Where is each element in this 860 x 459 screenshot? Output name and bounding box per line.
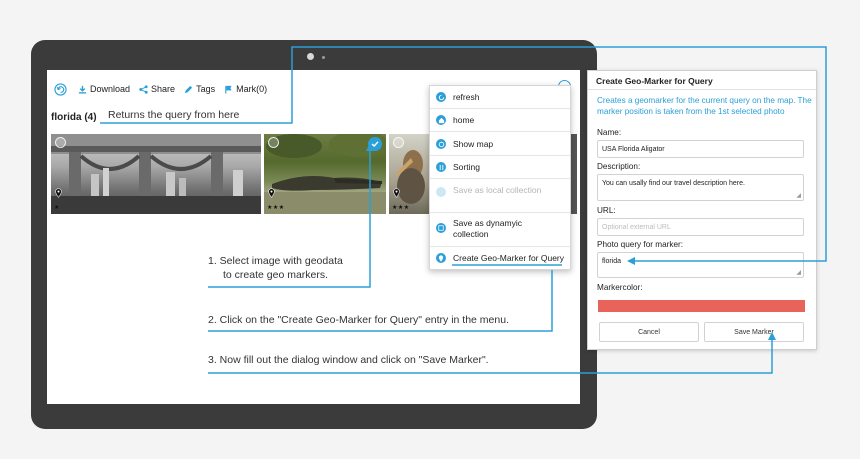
- select-toggle[interactable]: [55, 137, 66, 148]
- menu-item-save-local: Save as local collection: [430, 185, 570, 197]
- geo-pin-icon: [55, 185, 62, 203]
- annotation-step3: 3. Now fill out the dialog window and cl…: [208, 354, 489, 366]
- menu-item-show-map[interactable]: Show map: [430, 139, 570, 149]
- menu-item-sorting[interactable]: Sorting: [430, 162, 570, 172]
- dialog-divider: [588, 89, 816, 90]
- bridge-photo: [51, 134, 261, 214]
- tags-button[interactable]: Tags: [184, 84, 215, 94]
- dialog-title: Create Geo-Marker for Query: [596, 76, 713, 86]
- context-menu: refresh home Show map Sorting Save as lo…: [429, 85, 571, 270]
- name-label: Name:: [597, 128, 622, 137]
- back-icon: [54, 82, 67, 96]
- query-title[interactable]: florida (4): [51, 112, 97, 123]
- annotation-step1-line2: to create geo markers.: [223, 269, 329, 281]
- menu-item-label: Save as local collection: [453, 185, 542, 195]
- select-toggle[interactable]: [393, 137, 404, 148]
- select-toggle[interactable]: [268, 137, 279, 148]
- geo-pin-icon: [268, 185, 275, 203]
- url-field[interactable]: Optional external URL: [597, 218, 804, 236]
- download-icon: [78, 85, 87, 94]
- geo-marker-dialog: Create Geo-Marker for Query Creates a ge…: [587, 70, 817, 350]
- menu-divider: [430, 212, 570, 213]
- geo-pin-icon: [393, 185, 400, 203]
- menu-divider: [430, 178, 570, 179]
- dialog-description: Creates a geomarker for the current quer…: [597, 96, 812, 116]
- menu-item-label: Create Geo-Marker for Query: [453, 253, 565, 263]
- share-button[interactable]: Share: [139, 84, 175, 94]
- color-label: Markercolor:: [597, 283, 643, 292]
- map-icon: [436, 139, 446, 149]
- mark-label: Mark(0): [236, 84, 268, 94]
- description-field[interactable]: You can usally find our travel descripti…: [597, 174, 804, 201]
- rating-stars: ★★★: [392, 205, 410, 211]
- photo-thumbnail-alligator[interactable]: ★★★: [264, 134, 386, 214]
- save-marker-button[interactable]: Save Marker: [704, 322, 804, 342]
- annotation-returns-query: Returns the query from here: [108, 109, 240, 121]
- share-icon: [139, 84, 148, 94]
- rating-stars: ★★★: [267, 205, 285, 211]
- name-field[interactable]: USA Florida Aligator: [597, 140, 804, 158]
- tags-label: Tags: [196, 84, 216, 94]
- download-label: Download: [90, 84, 131, 94]
- menu-item-home[interactable]: home: [430, 115, 570, 125]
- pencil-icon: [184, 85, 193, 93]
- menu-item-label: Save as dynamyic collection: [453, 218, 522, 239]
- sorting-icon: [436, 162, 446, 172]
- photo-thumbnail-bridge[interactable]: ★: [51, 134, 261, 214]
- share-label: Share: [151, 84, 176, 94]
- menu-item-label: home: [453, 115, 475, 125]
- back-button[interactable]: [54, 82, 70, 96]
- resize-handle-icon[interactable]: ◢: [796, 269, 801, 276]
- menu-item-create-geo-marker[interactable]: Create Geo-Marker for Query: [430, 253, 570, 263]
- sensor-dot: [322, 56, 325, 59]
- menu-item-label: Sorting: [453, 162, 480, 172]
- camera-icon: [307, 53, 314, 60]
- tutorial-stage: Download Share Tags Mark(0) florida (4): [0, 0, 860, 459]
- download-button[interactable]: Download: [78, 84, 130, 94]
- description-label: Description:: [597, 162, 641, 171]
- menu-divider: [430, 246, 570, 247]
- photo-thumbnail-pelican[interactable]: ★★★: [389, 134, 429, 214]
- selected-check-icon[interactable]: [368, 137, 382, 151]
- cancel-button[interactable]: Cancel: [599, 322, 699, 342]
- annotation-step1-line1: 1. Select image with geodata: [208, 255, 343, 267]
- menu-divider: [430, 108, 570, 109]
- menu-item-refresh[interactable]: refresh: [430, 92, 570, 102]
- rating-stars: ★: [54, 205, 60, 211]
- query-field[interactable]: florida ◢: [597, 252, 804, 278]
- home-icon: [436, 115, 446, 125]
- url-label: URL:: [597, 206, 616, 215]
- marker-color-swatch[interactable]: [598, 300, 805, 312]
- photo-thumbnail-partial[interactable]: [571, 134, 577, 214]
- collection-icon: [436, 187, 446, 197]
- menu-item-label: refresh: [453, 92, 480, 102]
- menu-item-save-dynamic[interactable]: Save as dynamyic collection: [430, 218, 570, 240]
- description-value: You can usally find our travel descripti…: [602, 180, 745, 187]
- flag-icon: [225, 85, 232, 94]
- menu-divider: [430, 131, 570, 132]
- annotation-step2: 2. Click on the "Create Geo-Marker for Q…: [208, 314, 509, 326]
- mark-button[interactable]: Mark(0): [224, 84, 267, 94]
- resize-handle-icon[interactable]: ◢: [796, 192, 801, 199]
- refresh-icon: [436, 92, 446, 102]
- query-label: Photo query for marker:: [597, 240, 684, 249]
- query-value: florida: [602, 258, 622, 265]
- save-icon: [436, 223, 446, 233]
- menu-divider: [430, 155, 570, 156]
- menu-item-label: Show map: [453, 139, 494, 149]
- geo-marker-icon: [436, 253, 446, 263]
